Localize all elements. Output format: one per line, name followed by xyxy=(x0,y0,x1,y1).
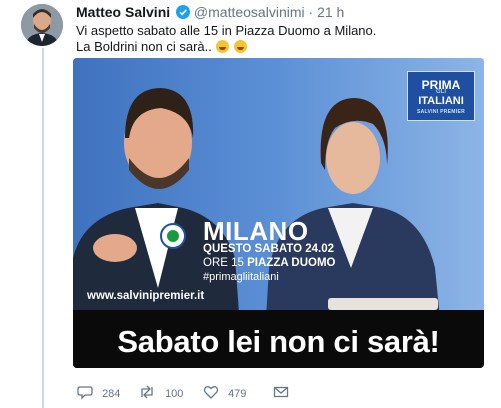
separator-dot: · xyxy=(308,4,314,20)
author-name[interactable]: Matteo Salvini xyxy=(76,4,170,20)
grinning-emoji-icon xyxy=(216,40,230,53)
like-button[interactable]: 479 xyxy=(203,384,246,400)
author-handle[interactable]: @matteosalvinimi xyxy=(194,4,305,20)
reply-button[interactable]: 284 xyxy=(77,384,120,400)
like-count: 479 xyxy=(228,388,247,400)
brand-line3: ITALIANI xyxy=(418,95,464,107)
media-time: ORE 15 xyxy=(203,257,244,269)
verified-icon xyxy=(176,5,191,22)
media-time-place-line: ORE 15 PIAZZA DUOMO xyxy=(203,257,336,269)
envelope-icon xyxy=(273,386,289,398)
brand-logo: PRIMA GLI ITALIANI SALVINI PREMIER xyxy=(407,71,475,121)
media-date-line: QUESTO SABATO 24.02 xyxy=(203,243,335,255)
media-place: PIAZZA DUOMO xyxy=(247,257,336,269)
tweet-timestamp[interactable]: 21 h xyxy=(317,4,344,20)
tweet-text-line1: Vi aspetto sabato alle 15 in Piazza Duom… xyxy=(76,23,377,38)
tweet-header: Matteo Salvini @matteosalvinimi · 21 h xyxy=(76,4,344,22)
avatar-image xyxy=(21,4,63,46)
avatar[interactable] xyxy=(21,4,63,46)
tweet-media-image[interactable]: PRIMA GLI ITALIANI SALVINI PREMIER MILAN… xyxy=(73,58,484,368)
retweet-count: 100 xyxy=(165,388,184,400)
media-hashtag: #primagliitaliani xyxy=(203,271,279,283)
tweet-text-line2: La Boldrini non ci sarà.. xyxy=(76,39,212,54)
thread-line xyxy=(42,48,44,408)
direct-message-button[interactable] xyxy=(273,384,289,400)
brand-line4: SALVINI PREMIER xyxy=(416,109,466,115)
media-website: www.salvinipremier.it xyxy=(87,290,205,302)
tweet-text-line2-row: La Boldrini non ci sarà.. xyxy=(76,39,376,55)
grinning-emoji-icon xyxy=(234,40,248,53)
reply-icon xyxy=(77,386,93,400)
media-banner-text: Sabato lei non ci sarà! xyxy=(117,324,440,359)
retweet-button[interactable]: 100 xyxy=(138,384,183,400)
tweet-text: Vi aspetto sabato alle 15 in Piazza Duom… xyxy=(76,23,376,55)
retweet-icon xyxy=(141,385,153,399)
reply-count: 284 xyxy=(102,388,121,400)
heart-icon xyxy=(203,386,219,399)
